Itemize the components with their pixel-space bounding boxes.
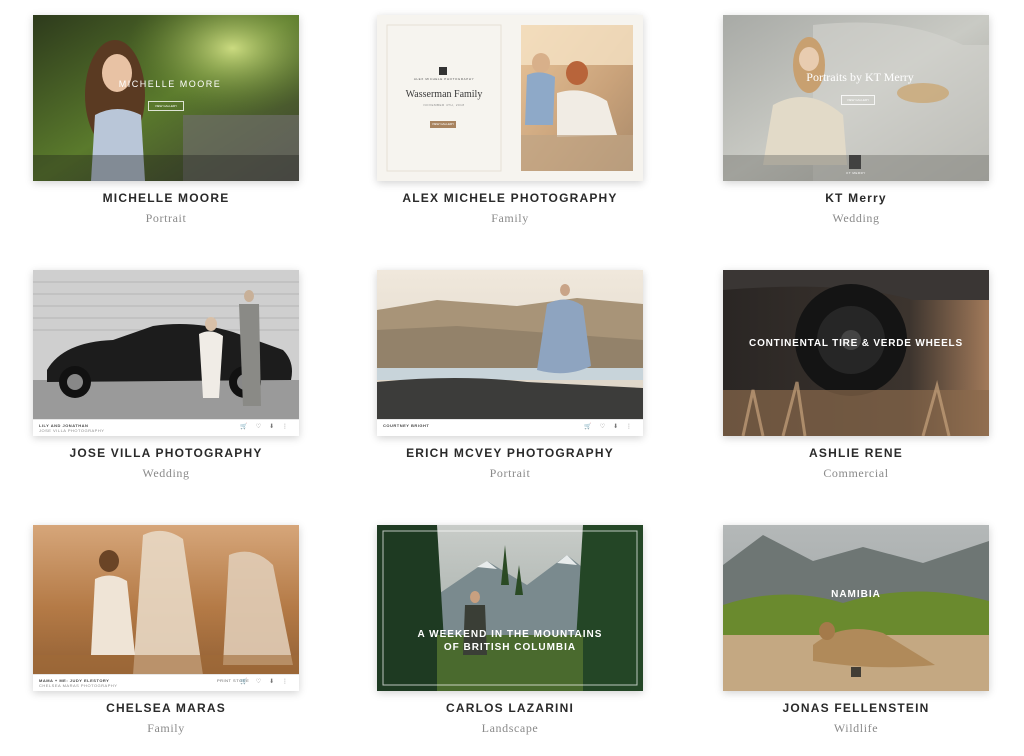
overlay-brand: KT MERRY xyxy=(846,171,866,175)
gallery-bar-icons[interactable]: 🛒 ♡ ⬇ ⋮ xyxy=(240,678,291,685)
overlay-title: Wasserman Family xyxy=(405,89,483,100)
portfolio-category: Portrait xyxy=(145,211,187,225)
portfolio-thumbnail[interactable]: MAMA + ME: JUDY ELESTORY CHELSEA MARAS P… xyxy=(33,525,299,691)
gallery-bar-title: COURTNEY BRIGHT xyxy=(383,423,430,428)
portfolio-grid: MICHELLE MOORE VIEW GALLERY MICHELLE MOO… xyxy=(0,0,1024,756)
portfolio-name[interactable]: MICHELLE MOORE xyxy=(33,191,299,205)
thumbnail-image xyxy=(33,270,299,436)
view-gallery-button[interactable]: VIEW GALLERY xyxy=(148,101,184,111)
portfolio-thumbnail[interactable]: NAMIBIA xyxy=(723,525,989,691)
portfolio-card-jonas-fellenstein[interactable]: NAMIBIA JONAS FELLENSTEIN Wildlife xyxy=(723,525,989,755)
gallery-bar: LILY AND JONATHAN JOSE VILLA PHOTOGRAPHY… xyxy=(33,419,299,436)
portfolio-category: Wedding xyxy=(142,466,190,480)
portfolio-thumbnail[interactable]: A WEEKEND IN THE MOUNTAINS OF BRITISH CO… xyxy=(377,525,643,691)
portfolio-name[interactable]: CHELSEA MARAS xyxy=(33,701,299,715)
gallery-bar-icons[interactable]: 🛒 ♡ ⬇ ⋮ xyxy=(240,423,291,430)
portfolio-card-erich-mcvey[interactable]: COURTNEY BRIGHT 🛒 ♡ ⬇ ⋮ ERICH MCVEY PHOT… xyxy=(377,270,643,500)
view-gallery-button[interactable]: VIEW GALLERY xyxy=(430,121,456,128)
portfolio-card-kt-merry[interactable]: Portraits by KT Merry VIEW GALLERY KT ME… xyxy=(723,15,989,245)
thumbnail-image xyxy=(33,15,299,181)
portfolio-card-alex-michele[interactable]: ALEX MICHELE PHOTOGRAPHY Wasserman Famil… xyxy=(377,15,643,245)
thumbnail-image xyxy=(723,525,989,691)
thumbnail-image xyxy=(33,525,299,691)
overlay-title: NAMIBIA xyxy=(831,589,881,600)
portfolio-category: Wildlife xyxy=(833,721,879,735)
overlay-title: MICHELLE MOORE xyxy=(118,79,222,89)
overlay-title: Portraits by KT Merry xyxy=(806,70,914,84)
overlay-brand: ALEX MICHELE PHOTOGRAPHY xyxy=(413,77,475,81)
portfolio-category: Family xyxy=(147,721,185,735)
overlay-title: CONTINENTAL TIRE & VERDE WHEELS xyxy=(749,338,963,349)
gallery-bar-subtitle: CHELSEA MARAS PHOTOGRAPHY xyxy=(39,683,118,688)
portfolio-thumbnail[interactable]: Portraits by KT Merry VIEW GALLERY KT ME… xyxy=(723,15,989,181)
thumbnail-image xyxy=(377,270,643,436)
overlay-date: NOVEMBER 4TH, 2018 xyxy=(423,103,465,107)
portfolio-thumbnail[interactable]: COURTNEY BRIGHT 🛒 ♡ ⬇ ⋮ xyxy=(377,270,643,436)
portfolio-card-carlos-lazarini[interactable]: A WEEKEND IN THE MOUNTAINS OF BRITISH CO… xyxy=(377,525,643,755)
thumbnail-image xyxy=(377,525,643,691)
portfolio-thumbnail[interactable]: MICHELLE MOORE VIEW GALLERY xyxy=(33,15,299,181)
portfolio-category: Portrait xyxy=(489,466,531,480)
portfolio-name[interactable]: ALEX MICHELE PHOTOGRAPHY xyxy=(377,191,643,205)
portfolio-category: Commercial xyxy=(823,466,889,480)
portfolio-name[interactable]: KT Merry xyxy=(723,191,989,205)
portfolio-category: Family xyxy=(491,211,529,225)
portfolio-card-jose-villa[interactable]: LILY AND JONATHAN JOSE VILLA PHOTOGRAPHY… xyxy=(33,270,299,500)
portfolio-category: Wedding xyxy=(832,211,880,225)
gallery-bar-icons[interactable]: 🛒 ♡ ⬇ ⋮ xyxy=(584,423,635,430)
overlay-title-line1: A WEEKEND IN THE MOUNTAINS xyxy=(417,629,603,640)
portfolio-name[interactable]: ERICH MCVEY PHOTOGRAPHY xyxy=(377,446,643,460)
gallery-bar: COURTNEY BRIGHT 🛒 ♡ ⬇ ⋮ xyxy=(377,419,643,436)
overlay-title-line2: OF BRITISH COLUMBIA xyxy=(443,642,577,653)
thumbnail-image xyxy=(723,270,989,436)
portfolio-card-chelsea-maras[interactable]: MAMA + ME: JUDY ELESTORY CHELSEA MARAS P… xyxy=(33,525,299,755)
portfolio-name[interactable]: JONAS FELLENSTEIN xyxy=(723,701,989,715)
portfolio-card-michelle-moore[interactable]: MICHELLE MOORE VIEW GALLERY MICHELLE MOO… xyxy=(33,15,299,245)
portfolio-name[interactable]: ASHLIE RENE xyxy=(723,446,989,460)
portfolio-category: Landscape xyxy=(481,721,539,735)
view-gallery-button[interactable]: VIEW GALLERY xyxy=(841,95,875,105)
portfolio-thumbnail[interactable]: ALEX MICHELE PHOTOGRAPHY Wasserman Famil… xyxy=(377,15,643,181)
gallery-bar-subtitle: JOSE VILLA PHOTOGRAPHY xyxy=(39,428,105,433)
portfolio-name[interactable]: JOSE VILLA PHOTOGRAPHY xyxy=(33,446,299,460)
portfolio-name[interactable]: CARLOS LAZARINI xyxy=(377,701,643,715)
portfolio-thumbnail[interactable]: LILY AND JONATHAN JOSE VILLA PHOTOGRAPHY… xyxy=(33,270,299,436)
portfolio-card-ashlie-rene[interactable]: CONTINENTAL TIRE & VERDE WHEELS ASHLIE R… xyxy=(723,270,989,500)
gallery-bar: MAMA + ME: JUDY ELESTORY CHELSEA MARAS P… xyxy=(33,674,299,691)
portfolio-thumbnail[interactable]: CONTINENTAL TIRE & VERDE WHEELS xyxy=(723,270,989,436)
